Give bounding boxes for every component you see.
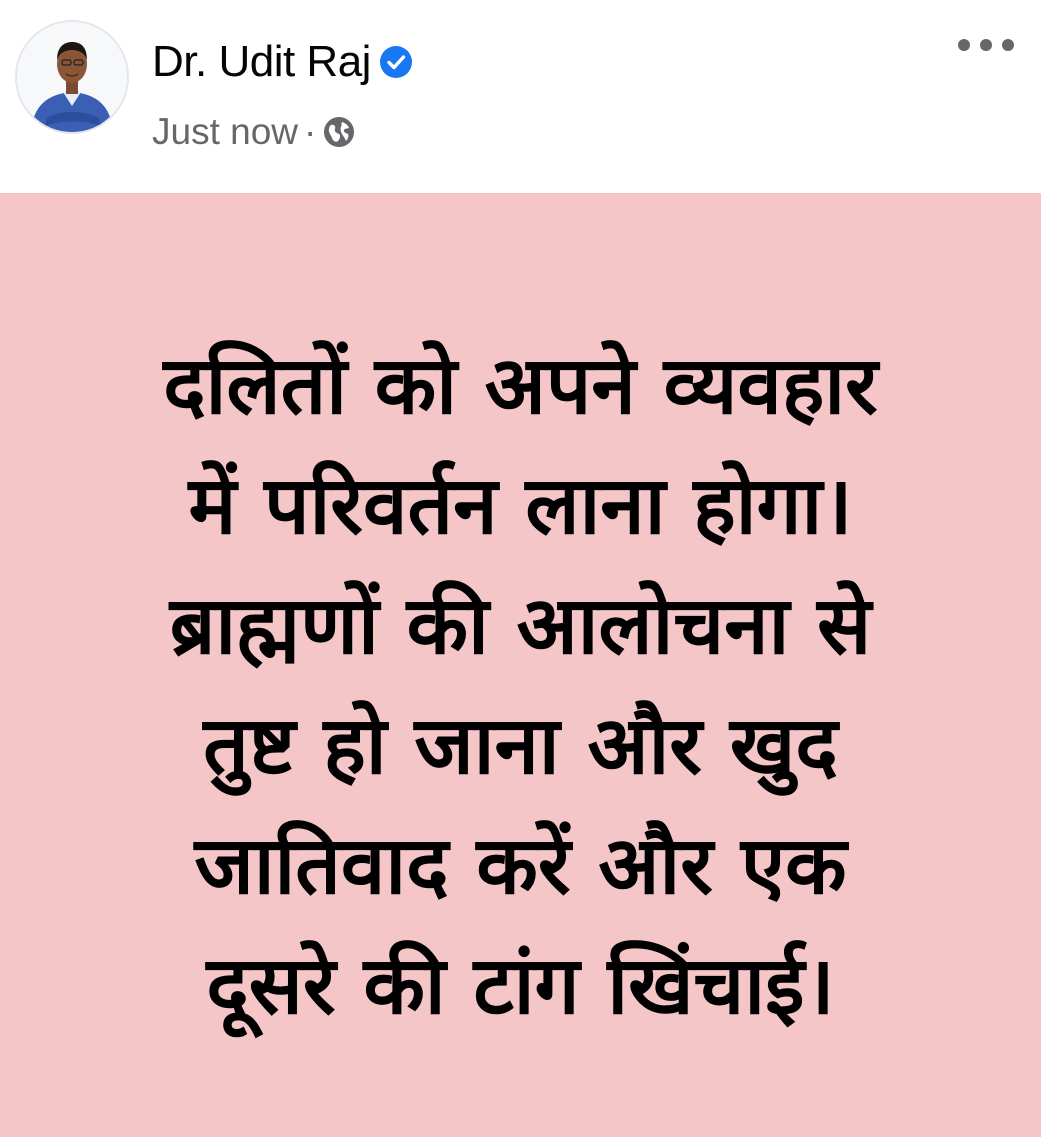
post-text: दलितों को अपने व्यवहार में परिवर्तन लाना… bbox=[163, 339, 878, 1032]
more-options-icon bbox=[958, 39, 970, 51]
profile-avatar[interactable] bbox=[17, 22, 127, 132]
post-text-background: दलितों को अपने व्यवहार में परिवर्तन लाना… bbox=[0, 193, 1041, 1137]
post-timestamp[interactable]: Just now bbox=[152, 111, 298, 153]
more-options-icon-dot bbox=[980, 39, 992, 51]
author-name[interactable]: Dr. Udit Raj bbox=[152, 37, 371, 87]
meta-separator: · bbox=[304, 111, 317, 152]
more-options-icon-dot bbox=[1002, 39, 1014, 51]
author-row: Dr. Udit Raj bbox=[152, 34, 413, 90]
verified-badge-icon bbox=[379, 45, 413, 79]
globe-icon[interactable] bbox=[322, 115, 356, 149]
more-options-button[interactable] bbox=[958, 30, 1014, 60]
post-header: Dr. Udit Raj Just now · bbox=[0, 0, 1041, 193]
post-meta: Just now · bbox=[152, 108, 356, 156]
avatar-photo bbox=[17, 22, 127, 132]
